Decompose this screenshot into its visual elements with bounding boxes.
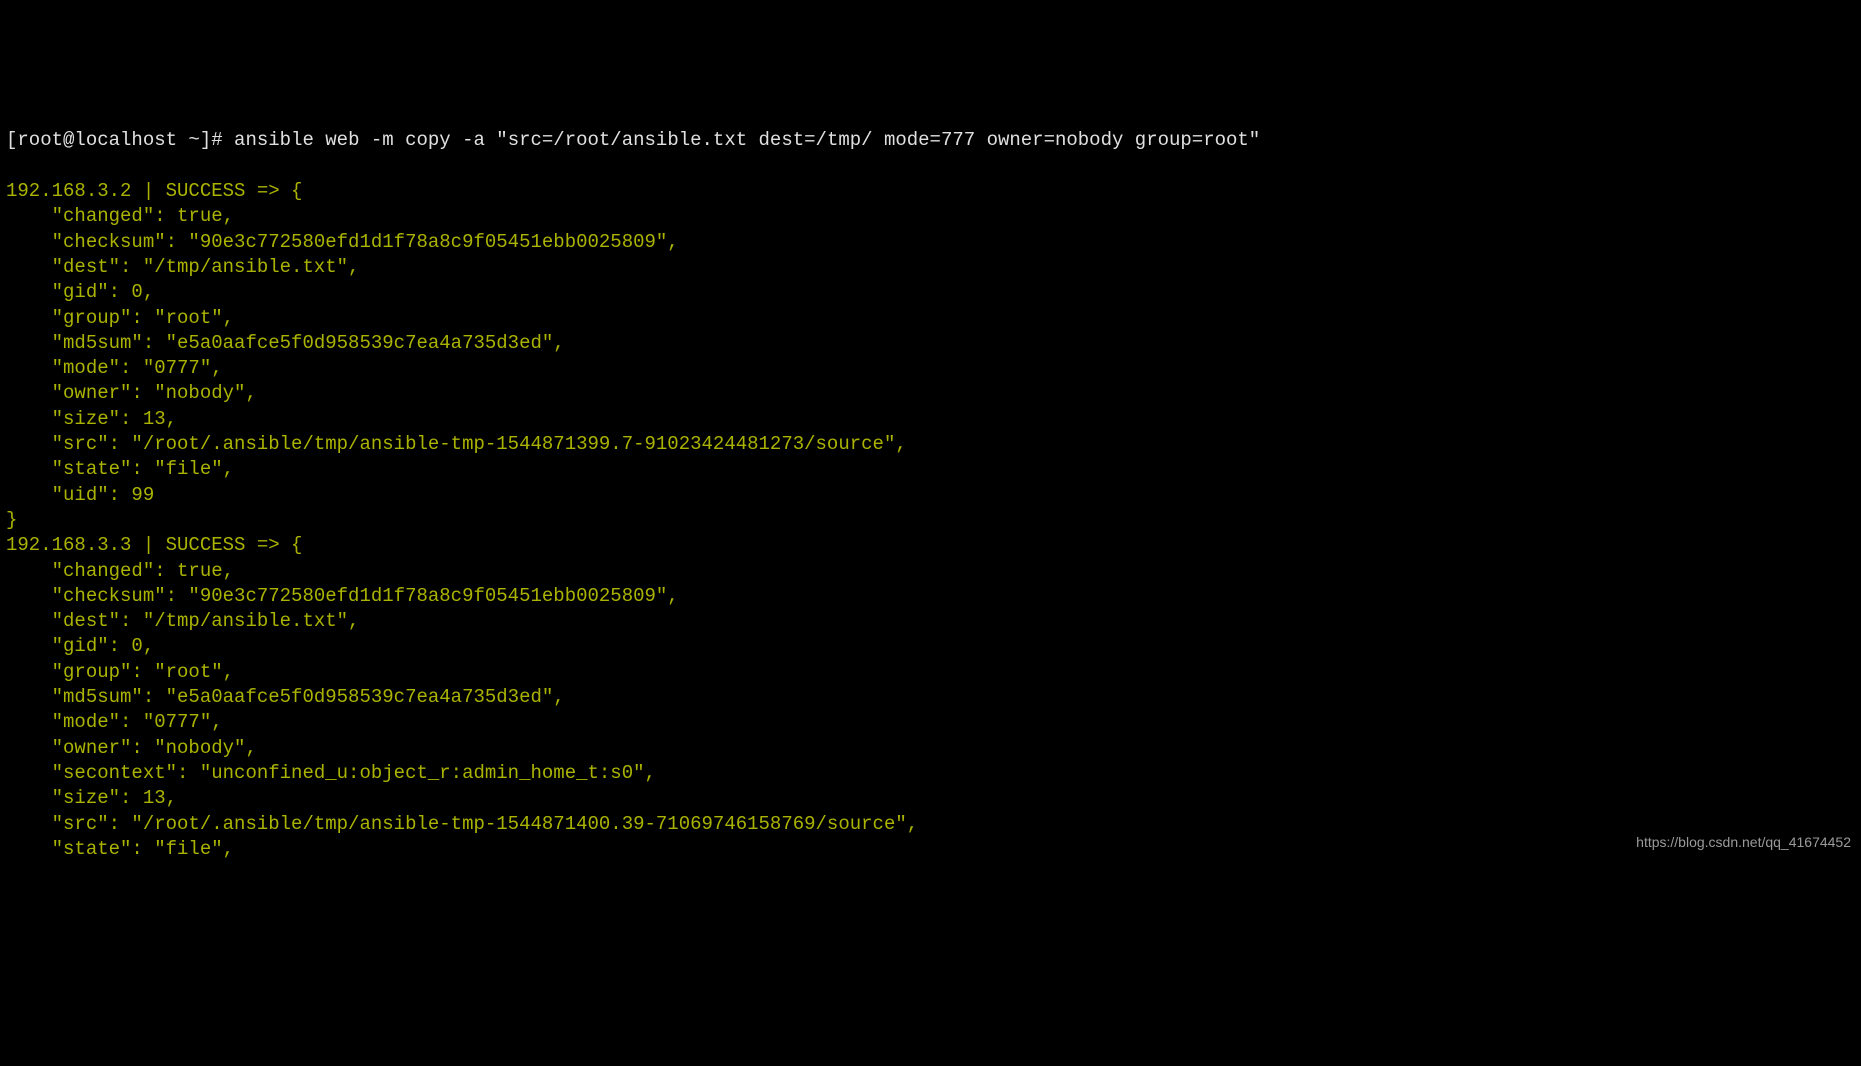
json-output-line: "state": "file", bbox=[6, 457, 1855, 482]
json-output-line: "checksum": "90e3c772580efd1d1f78a8c9f05… bbox=[6, 230, 1855, 255]
json-output-line: "mode": "0777", bbox=[6, 356, 1855, 381]
command-text: ansible web -m copy -a "src=/root/ansibl… bbox=[234, 129, 1260, 151]
host-result-block: 192.168.3.3 | SUCCESS => { "changed": tr… bbox=[6, 533, 1855, 862]
watermark-text: https://blog.csdn.net/qq_41674452 bbox=[1636, 830, 1851, 855]
json-output-line: "mode": "0777", bbox=[6, 710, 1855, 735]
json-output-line: "dest": "/tmp/ansible.txt", bbox=[6, 609, 1855, 634]
command-line: [root@localhost ~]# ansible web -m copy … bbox=[6, 128, 1855, 153]
json-output-line: "changed": true, bbox=[6, 204, 1855, 229]
json-output-line: "checksum": "90e3c772580efd1d1f78a8c9f05… bbox=[6, 584, 1855, 609]
terminal-output[interactable]: [root@localhost ~]# ansible web -m copy … bbox=[0, 101, 1861, 889]
host-success-header: 192.168.3.2 | SUCCESS => { bbox=[6, 179, 1855, 204]
json-output-line: "src": "/root/.ansible/tmp/ansible-tmp-1… bbox=[6, 432, 1855, 457]
json-output-line: "owner": "nobody", bbox=[6, 736, 1855, 761]
json-output-line: "owner": "nobody", bbox=[6, 381, 1855, 406]
json-output-line: "group": "root", bbox=[6, 306, 1855, 331]
json-output-line: "group": "root", bbox=[6, 660, 1855, 685]
json-output-line: "dest": "/tmp/ansible.txt", bbox=[6, 255, 1855, 280]
json-output-line: "state": "file", bbox=[6, 837, 1855, 862]
json-output-line: "md5sum": "e5a0aafce5f0d958539c7ea4a735d… bbox=[6, 331, 1855, 356]
json-output-line: "uid": 99 bbox=[6, 483, 1855, 508]
json-output-line: "size": 13, bbox=[6, 786, 1855, 811]
host-success-header: 192.168.3.3 | SUCCESS => { bbox=[6, 533, 1855, 558]
json-closing-brace: } bbox=[6, 508, 1855, 533]
json-output-line: "md5sum": "e5a0aafce5f0d958539c7ea4a735d… bbox=[6, 685, 1855, 710]
json-output-line: "size": 13, bbox=[6, 407, 1855, 432]
json-output-line: "gid": 0, bbox=[6, 280, 1855, 305]
json-output-line: "gid": 0, bbox=[6, 634, 1855, 659]
host-result-block: 192.168.3.2 | SUCCESS => { "changed": tr… bbox=[6, 179, 1855, 533]
json-output-line: "changed": true, bbox=[6, 559, 1855, 584]
json-output-line: "secontext": "unconfined_u:object_r:admi… bbox=[6, 761, 1855, 786]
json-output-line: "src": "/root/.ansible/tmp/ansible-tmp-1… bbox=[6, 812, 1855, 837]
shell-prompt: [root@localhost ~]# bbox=[6, 129, 234, 151]
